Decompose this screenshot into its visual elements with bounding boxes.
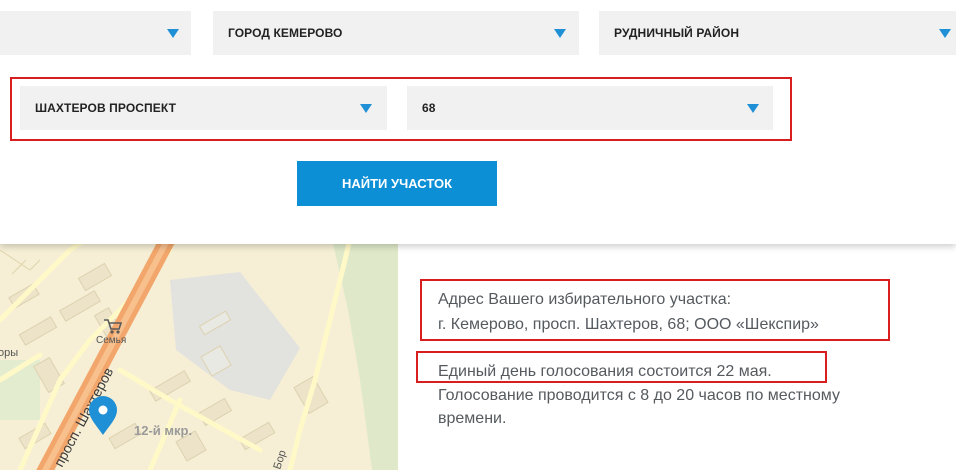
park-area: [330, 230, 398, 470]
district-select[interactable]: РУДНИЧНЫЙ РАЙОН: [599, 11, 956, 55]
map-label-left: оры: [0, 347, 18, 359]
address-value: г. Кемерово, просп. Шахтеров, 68; ООО «Ш…: [438, 316, 819, 333]
chevron-down-icon: [939, 29, 951, 38]
map[interactable]: просп. Шахтеров 12-й мкр. Семья оры Бор: [0, 230, 398, 470]
district-select-value: РУДНИЧНЫЙ РАЙОН: [614, 26, 740, 40]
house-select-value: 68: [422, 101, 436, 115]
minor-roads-outline: [0, 249, 41, 275]
chevron-down-icon: [360, 104, 372, 113]
city-select[interactable]: ГОРОД КЕМЕРОВО: [213, 11, 579, 55]
location-marker-icon[interactable]: [89, 396, 117, 435]
search-panel: ГОРОД КЕМЕРОВО РУДНИЧНЫЙ РАЙОН ШАХТЕРОВ …: [0, 0, 956, 244]
map-label-shop: Семья: [96, 335, 126, 346]
map-canvas[interactable]: просп. Шахтеров 12-й мкр. Семья оры Бор: [0, 230, 398, 470]
city-select-value: ГОРОД КЕМЕРОВО: [228, 26, 343, 40]
map-label-bor: Бор: [271, 449, 288, 470]
map-label-district: 12-й мкр.: [134, 423, 192, 438]
voting-hours-text: Голосование проводится с 8 до 20 часов п…: [438, 387, 840, 404]
street-select[interactable]: ШАХТЕРОВ ПРОСПЕКТ: [20, 86, 387, 130]
voting-day-text: Единый день голосования состоится 22 мая…: [438, 363, 772, 380]
region-select[interactable]: [0, 11, 191, 55]
house-select[interactable]: 68: [407, 86, 773, 130]
address-title: Адрес Вашего избирательного участка:: [438, 291, 732, 308]
chevron-down-icon: [747, 104, 759, 113]
chevron-down-icon: [554, 29, 566, 38]
voting-hours-text-cont: времени.: [438, 410, 507, 427]
chevron-down-icon: [167, 29, 179, 38]
street-select-value: ШАХТЕРОВ ПРОСПЕКТ: [35, 101, 176, 115]
find-precinct-button[interactable]: НАЙТИ УЧАСТОК: [297, 161, 497, 206]
